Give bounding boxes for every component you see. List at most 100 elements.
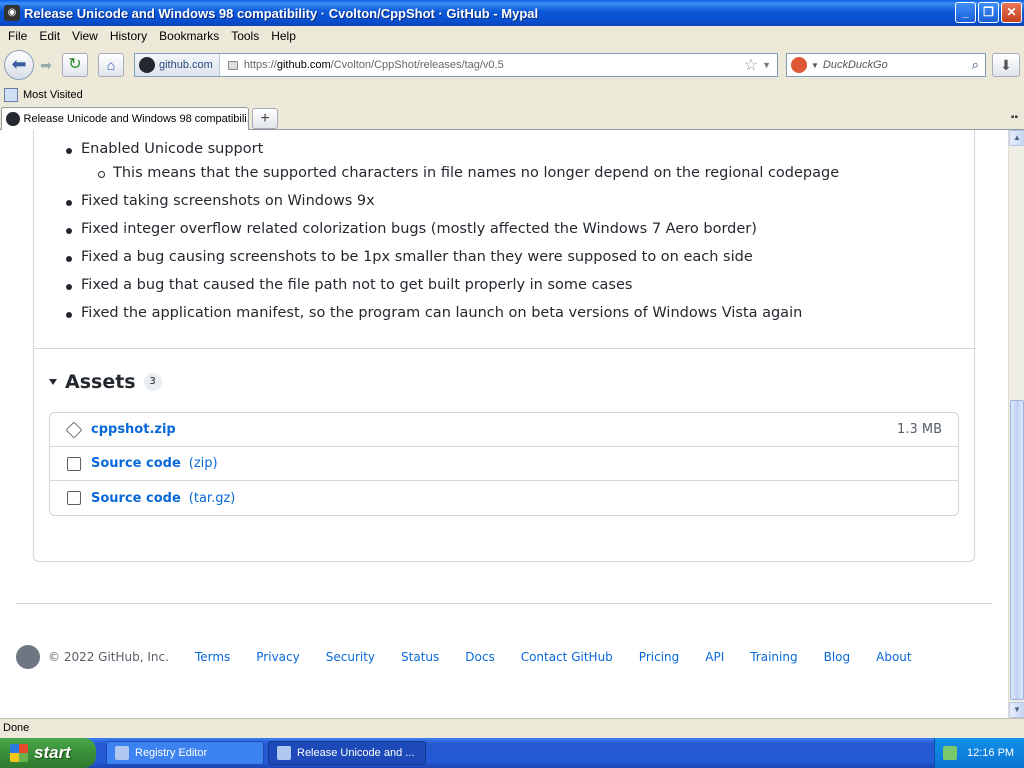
taskbar-item-registry-editor[interactable]: Registry Editor: [106, 741, 264, 765]
file-zip-icon: [67, 456, 81, 471]
bookmark-most-visited[interactable]: Most Visited: [23, 89, 83, 101]
asset-type[interactable]: (tar.gz): [189, 491, 236, 506]
note-text: Fixed a bug causing screenshots to be 1p…: [81, 249, 753, 265]
browser-app-icon[interactable]: ◉: [4, 5, 20, 21]
menu-file[interactable]: File: [2, 29, 33, 43]
bookmark-star-icon[interactable]: ☆: [744, 55, 758, 75]
window-title: Release Unicode and Windows 98 compatibi…: [24, 5, 539, 21]
copyright-text: © 2022 GitHub, Inc.: [48, 650, 169, 664]
footer-link-blog[interactable]: Blog: [824, 650, 851, 664]
asset-row: Source code (tar.gz): [50, 481, 958, 515]
vertical-scrollbar[interactable]: ▲ ▼: [1008, 130, 1024, 718]
github-favicon-icon: [6, 112, 20, 126]
back-button[interactable]: ⬅: [4, 50, 34, 80]
navigation-toolbar: ⬅ ➡ ↻ ⌂ github.com https://github.com/Cv…: [0, 46, 1024, 84]
windows-logo-icon: [10, 744, 28, 762]
maximize-button[interactable]: ❐: [978, 2, 999, 23]
asset-row: Source code (zip): [50, 447, 958, 481]
status-text: Done: [3, 722, 30, 734]
asset-type[interactable]: (zip): [189, 456, 218, 471]
duckduckgo-icon[interactable]: [791, 57, 807, 73]
footer-link-docs[interactable]: Docs: [465, 650, 494, 664]
menu-history[interactable]: History: [104, 29, 153, 43]
bullet-icon: [66, 228, 72, 234]
taskbar-item-browser[interactable]: Release Unicode and ...: [268, 741, 426, 765]
note-text: Fixed the application manifest, so the p…: [81, 305, 803, 321]
search-engine-dropdown-icon[interactable]: ▼: [811, 61, 819, 70]
downloads-button[interactable]: ⬇: [992, 53, 1020, 77]
menu-bookmarks[interactable]: Bookmarks: [153, 29, 225, 43]
search-icon[interactable]: ⌕: [972, 57, 979, 73]
menu-bar: File Edit View History Bookmarks Tools H…: [0, 26, 1024, 46]
close-button[interactable]: ✕: [1001, 2, 1022, 23]
footer-link-training[interactable]: Training: [750, 650, 797, 664]
menu-tools[interactable]: Tools: [225, 29, 265, 43]
list-item: Fixed the application manifest, so the p…: [66, 305, 803, 321]
system-tray: 12:16 PM: [934, 738, 1024, 768]
bullet-icon: [66, 284, 72, 290]
list-item: Fixed integer overflow related colorizat…: [66, 221, 757, 237]
window-titlebar[interactable]: ◉ Release Unicode and Windows 98 compati…: [0, 0, 1024, 26]
task-label: Release Unicode and ...: [297, 747, 415, 759]
url-prefix: https://: [243, 59, 277, 71]
address-bar[interactable]: github.com https://github.com/Cvolton/Cp…: [134, 53, 778, 77]
taskbar: start Registry Editor Release Unicode an…: [0, 738, 1024, 768]
scroll-down-icon[interactable]: ▼: [1009, 702, 1024, 718]
site-identity-button[interactable]: github.com: [135, 54, 220, 76]
scrollbar-thumb[interactable]: [1010, 400, 1024, 700]
tab-label: Release Unicode and Windows 98 compatibi…: [23, 113, 248, 125]
network-icon[interactable]: [943, 746, 957, 760]
note-text: Fixed integer overflow related colorizat…: [81, 221, 757, 237]
package-icon: [65, 421, 83, 438]
footer-link-pricing[interactable]: Pricing: [639, 650, 679, 664]
assets-list: cppshot.zip 1.3 MB Source code (zip) Sou…: [49, 412, 959, 516]
note-text: Enabled Unicode support: [81, 141, 264, 157]
list-item: Fixed a bug causing screenshots to be 1p…: [66, 249, 753, 265]
footer-divider: [16, 603, 992, 604]
window-controls: _ ❐ ✕: [955, 2, 1022, 23]
note-text: This means that the supported characters…: [113, 165, 840, 181]
tab-bar: Release Unicode and Windows 98 compatibi…: [0, 106, 1024, 130]
bullet-icon: [66, 312, 72, 318]
assets-toggle[interactable]: Assets 3: [49, 371, 162, 393]
page-footer: © 2022 GitHub, Inc. Terms Privacy Securi…: [16, 645, 992, 669]
asset-link[interactable]: Source code: [91, 491, 181, 506]
search-bar[interactable]: ▼ DuckDuckGo ⌕: [786, 53, 986, 77]
asset-link[interactable]: Source code: [91, 456, 181, 471]
scroll-up-icon[interactable]: ▲: [1009, 130, 1024, 146]
menu-help[interactable]: Help: [265, 29, 302, 43]
status-bar: Done: [0, 718, 1024, 738]
new-tab-button[interactable]: +: [252, 108, 278, 129]
tab-active[interactable]: Release Unicode and Windows 98 compatibi…: [1, 107, 249, 130]
clock[interactable]: 12:16 PM: [967, 747, 1014, 759]
registry-editor-icon: [115, 746, 129, 760]
home-button[interactable]: ⌂: [98, 53, 124, 77]
list-item: This means that the supported characters…: [98, 165, 840, 181]
menu-edit[interactable]: Edit: [33, 29, 66, 43]
asset-row: cppshot.zip 1.3 MB: [50, 413, 958, 447]
assets-title: Assets: [65, 371, 136, 393]
tab-list-icon[interactable]: ▪▪: [1011, 112, 1018, 123]
footer-link-status[interactable]: Status: [401, 650, 439, 664]
list-item: Fixed taking screenshots on Windows 9x: [66, 193, 375, 209]
url-dropdown-icon[interactable]: ▼: [762, 60, 771, 70]
github-logo-icon[interactable]: [16, 645, 40, 669]
footer-link-terms[interactable]: Terms: [195, 650, 230, 664]
search-input[interactable]: DuckDuckGo: [823, 59, 972, 71]
footer-link-api[interactable]: API: [705, 650, 724, 664]
page-content: Enabled Unicode support This means that …: [0, 130, 1008, 718]
minimize-button[interactable]: _: [955, 2, 976, 23]
footer-link-security[interactable]: Security: [326, 650, 375, 664]
reload-button[interactable]: ↻: [62, 53, 88, 77]
asset-link[interactable]: cppshot.zip: [91, 422, 176, 437]
footer-link-privacy[interactable]: Privacy: [256, 650, 299, 664]
start-button[interactable]: start: [0, 738, 96, 768]
footer-link-about[interactable]: About: [876, 650, 911, 664]
list-item: Fixed a bug that caused the file path no…: [66, 277, 632, 293]
footer-link-contact[interactable]: Contact GitHub: [521, 650, 613, 664]
url-input[interactable]: https://github.com/Cvolton/CppShot/relea…: [244, 59, 744, 71]
forward-button[interactable]: ➡: [36, 55, 56, 75]
menu-view[interactable]: View: [66, 29, 104, 43]
assets-count-badge: 3: [143, 373, 162, 391]
url-host: github.com: [276, 59, 331, 71]
